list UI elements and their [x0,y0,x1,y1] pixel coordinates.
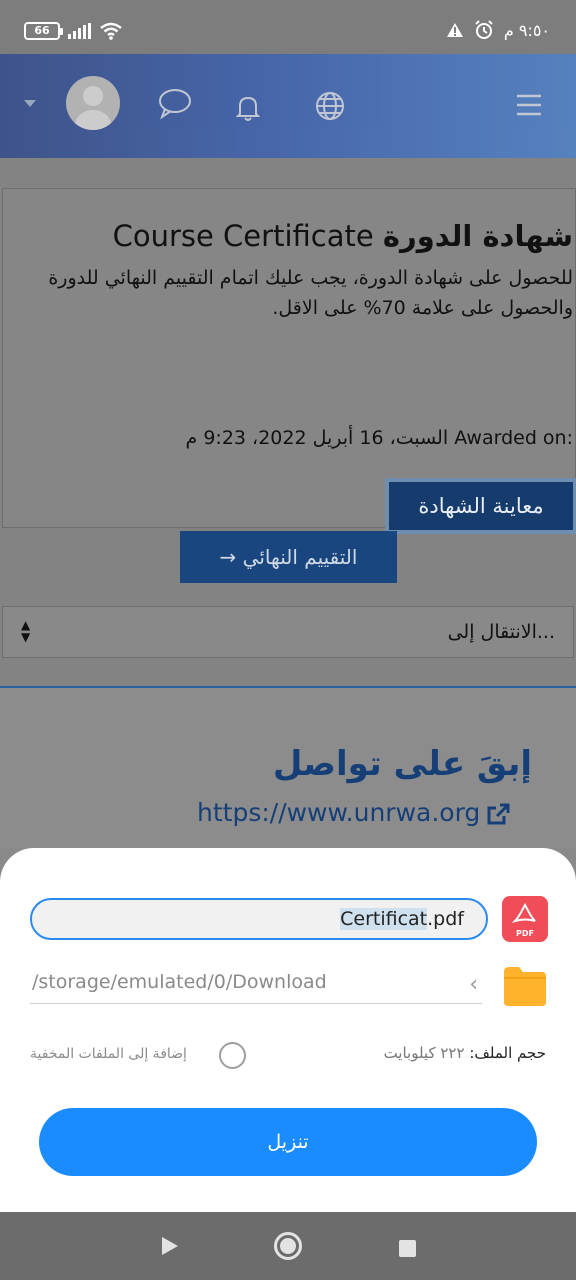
chat-icon[interactable] [157,88,193,120]
download-sheet: Certificat.pdf PDF /storage/emulated/0/D… [0,848,576,1212]
filename-input[interactable]: Certificat.pdf [30,898,488,940]
status-time: ٩:٥٠ م [503,20,550,40]
external-link-icon [487,803,510,825]
menu-icon[interactable] [516,94,542,116]
battery-icon: 66 [24,22,63,40]
awarded-date: السبت، 16 أبريل 2022، 9:23 م [185,427,449,449]
alarm-icon [475,20,493,39]
pdf-icon: PDF [502,896,548,942]
awarded-label: Awarded on: [454,427,573,449]
chevron-left-icon: ‹ [469,972,478,997]
warning-icon [446,23,463,37]
preview-certificate-button[interactable]: معاينة الشهادة [385,478,576,534]
recents-icon[interactable] [399,1240,416,1257]
select-arrows-icon: ▲ ▼ [21,618,31,644]
filename-selection: Certificat [340,908,428,930]
filename-text: Certificat.pdf [340,908,464,930]
stay-in-touch-heading: إبقَ على تواصل [272,744,532,784]
certificate-card: Course Certificate شهادة الدورة للحصول ع… [2,188,576,534]
home-icon[interactable] [274,1232,302,1260]
bell-icon[interactable] [236,94,260,122]
globe-icon[interactable] [314,90,346,122]
hidden-files-label: إضافة إلى الملفات المخفية [30,1046,187,1062]
pdf-badge: PDF [516,929,534,938]
jump-to-label: الانتقال إلى... [447,621,555,643]
avatar[interactable] [66,76,120,130]
awarded-info: السبت، 16 أبريل 2022، 9:23 م Awarded on: [186,427,573,449]
final-assessment-button[interactable]: → التقييم النهائي [180,531,397,583]
file-size-label: حجم الملف: [469,1044,546,1062]
unrwa-link[interactable]: https://www.unrwa.org [197,798,480,827]
file-size: حجم الملف: ٢٢٢ كيلوبايت [384,1044,546,1062]
folder-path-text: /storage/emulated/0/Download [32,971,327,993]
battery-level: 66 [34,24,50,37]
page-content: Course Certificate شهادة الدورة للحصول ع… [0,158,576,848]
status-right: ٩:٥٠ م [446,20,550,40]
folder-path-field[interactable]: /storage/emulated/0/Download ‹ [30,964,482,1004]
download-button[interactable]: تنزيل [39,1108,537,1176]
system-nav-bar [0,1212,576,1280]
status-bar: 66 ٩:٥٠ م [0,0,576,54]
filename-extension: .pdf [427,908,464,930]
certificate-description: للحصول على شهادة الدورة، يجب عليك اتمام … [48,267,573,319]
folder-icon[interactable] [502,964,548,1008]
jump-to-select[interactable]: الانتقال إلى... ▲ ▼ [2,606,574,658]
hidden-files-radio[interactable] [219,1042,246,1069]
status-left: 66 [24,22,123,40]
title-en: Course Certificate [112,219,374,253]
wifi-icon [100,22,122,40]
title-ar: شهادة الدورة [382,219,573,253]
app-header [0,54,576,158]
signal-icon [68,23,91,39]
file-size-value: ٢٢٢ كيلوبايت [383,1044,465,1062]
dropdown-caret-icon[interactable] [24,100,36,108]
back-triangle-icon[interactable] [161,1236,179,1256]
page-title: Course Certificate شهادة الدورة [113,219,573,253]
